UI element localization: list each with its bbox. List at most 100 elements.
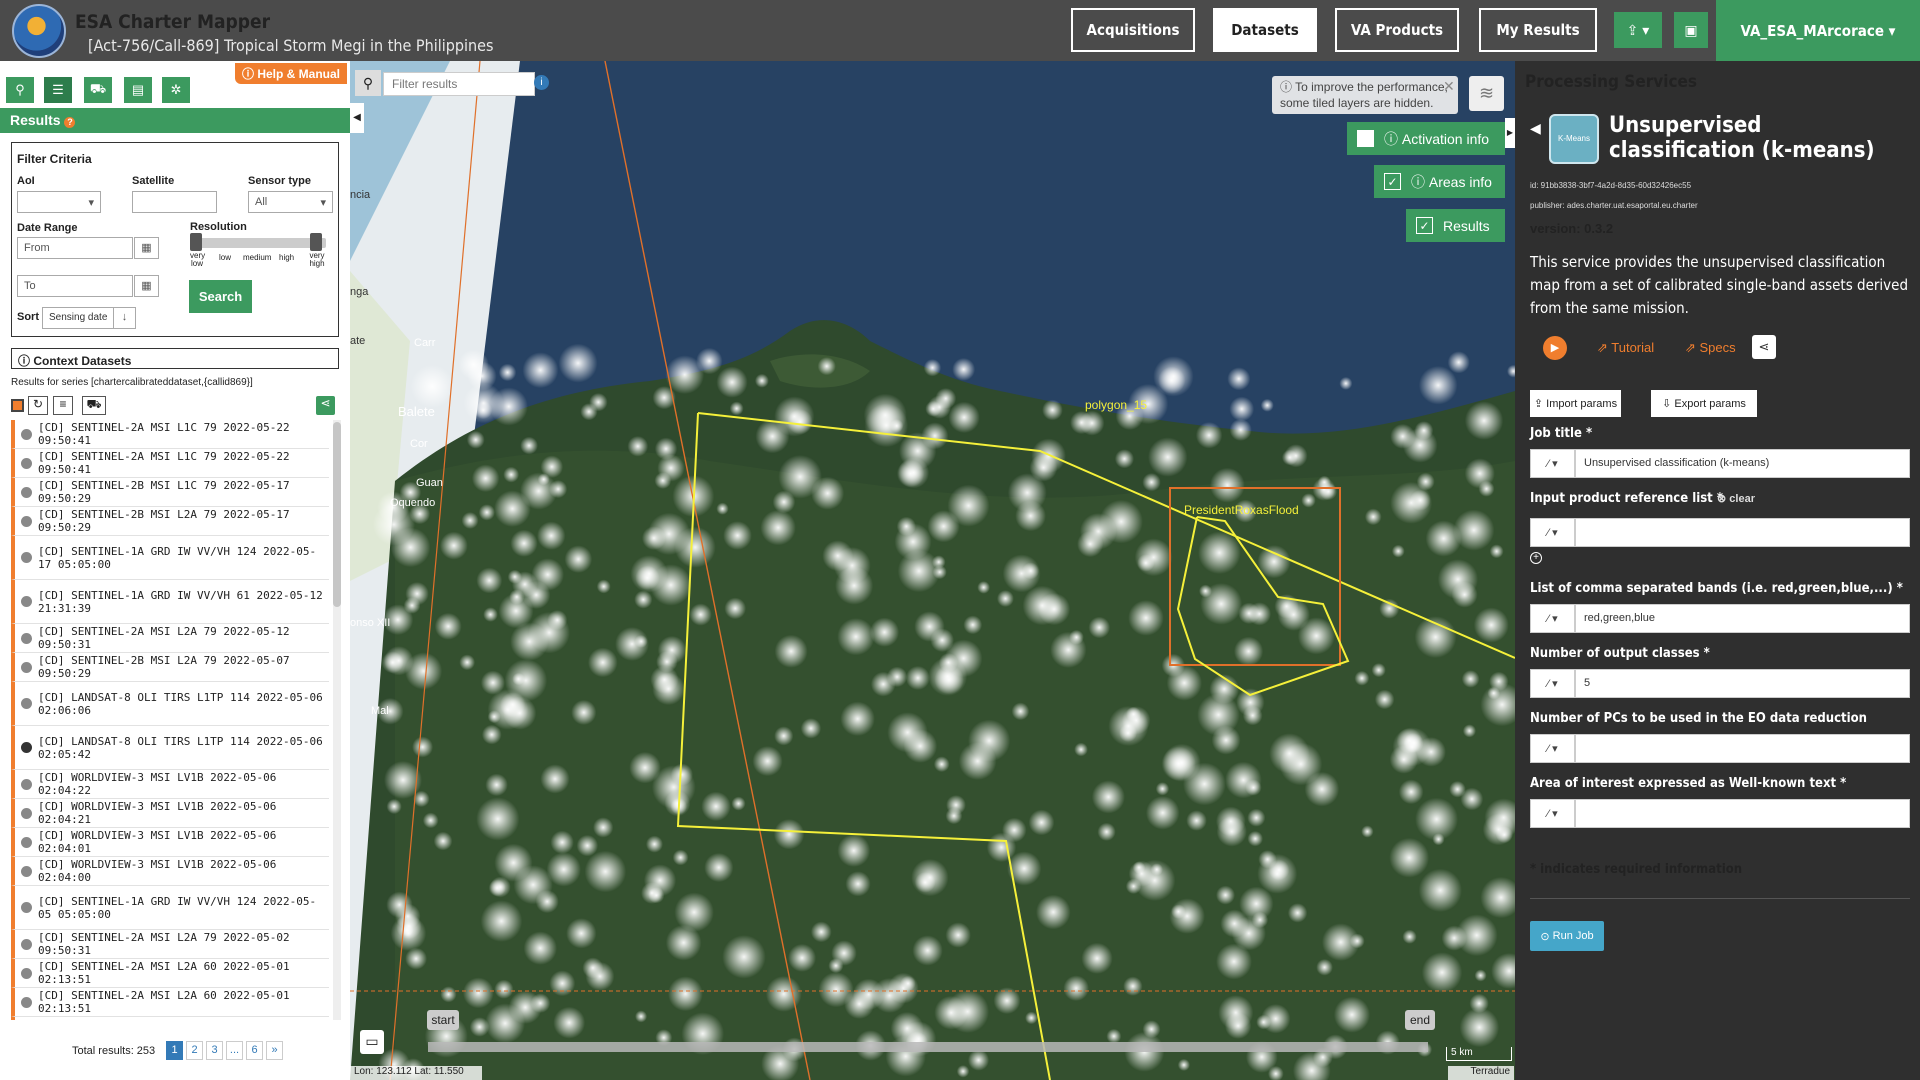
calendar-from-button[interactable]: ▦ (134, 237, 159, 259)
list-item[interactable]: [CD] SENTINEL-2A MSI L2A 60 2022-05-01 0… (11, 988, 329, 1017)
nav-my-results[interactable]: My Results (1479, 8, 1597, 52)
nav-va-products[interactable]: VA Products (1335, 8, 1459, 52)
list-item[interactable]: [CD] SENTINEL-1A GRD IW VV/VH 61 2022-04… (11, 1017, 329, 1020)
activation-info-toggle[interactable]: ⓘ Activation info (1347, 122, 1505, 155)
help-manual-button[interactable]: ⓘ Help & Manual (235, 63, 347, 84)
list-item[interactable]: [CD] WORLDVIEW-3 MSI LV1B 2022-05-06 02:… (11, 828, 329, 857)
collapse-right-panel-button[interactable]: ▶ (1505, 118, 1515, 148)
map-view[interactable]: polygon_15 PresidentRoxasFlood ncia nga … (350, 61, 1515, 1080)
info-icon[interactable]: i (534, 75, 549, 90)
settings-tool-button[interactable]: ✲ (162, 77, 190, 103)
share-button[interactable]: ⋖ (316, 396, 335, 415)
page-button[interactable]: 6 (246, 1040, 263, 1060)
user-menu[interactable]: VA_ESA_MArcorace ▾ (1716, 0, 1920, 61)
select-all-checkbox[interactable] (11, 399, 24, 412)
share-button[interactable]: ⋖ (1752, 335, 1776, 359)
list-item[interactable]: [CD] SENTINEL-2A MSI L2A 60 2022-05-01 0… (11, 959, 329, 988)
page-button[interactable]: 2 (186, 1040, 203, 1060)
archive-tool-button[interactable]: ▤ (124, 77, 152, 103)
layers-button[interactable]: ≋ (1469, 76, 1504, 111)
map-canvas[interactable]: polygon_15 PresidentRoxasFlood ncia nga … (350, 61, 1515, 1080)
upload-button[interactable]: ⇪ ▾ (1614, 12, 1662, 48)
back-button[interactable]: ◀ (1530, 120, 1541, 137)
classes-input[interactable]: 5 (1575, 669, 1910, 698)
page-button[interactable]: 1 (166, 1040, 183, 1060)
list-view-button[interactable]: ≡ (53, 396, 73, 415)
date-to-input[interactable]: To (17, 275, 133, 297)
results-toggle[interactable]: ✓ Results (1406, 209, 1505, 242)
list-item[interactable]: [CD] SENTINEL-1A GRD IW VV/VH 61 2022-05… (11, 580, 329, 624)
refresh-button[interactable]: ↻ (28, 396, 48, 415)
list-item[interactable]: [CD] WORLDVIEW-3 MSI LV1B 2022-05-06 02:… (11, 857, 329, 886)
pcs-mode-button[interactable]: ⁄ ▾ (1530, 734, 1575, 763)
calendar-to-button[interactable]: ▦ (134, 275, 159, 297)
results-checkbox[interactable]: ✓ (1416, 217, 1433, 234)
nav-datasets[interactable]: Datasets (1213, 8, 1317, 52)
clear-button[interactable]: ⊗ clear (1717, 492, 1755, 505)
basket-button[interactable]: ⛟ (82, 396, 106, 415)
export-params-button[interactable]: ⇩ Export params (1651, 390, 1757, 417)
nav-acquisitions[interactable]: Acquisitions (1071, 8, 1195, 52)
sort-direction-button[interactable]: ↓ (113, 307, 136, 329)
map-view-toggle[interactable]: ▭ (360, 1030, 384, 1054)
page-button[interactable]: » (266, 1040, 283, 1060)
input-list-input[interactable] (1575, 518, 1910, 547)
bands-mode-button[interactable]: ⁄ ▾ (1530, 604, 1575, 633)
briefcase-button[interactable]: ▣ (1674, 12, 1708, 48)
attribution[interactable]: Terradue (1448, 1066, 1514, 1080)
search-tool-button[interactable]: ⚲ (6, 77, 34, 103)
sensor-type-select[interactable]: All ▾ (248, 191, 333, 213)
list-item[interactable]: [CD] SENTINEL-2B MSI L1C 79 2022-05-17 0… (11, 478, 329, 507)
areas-checkbox[interactable]: ✓ (1384, 173, 1401, 190)
results-scrollbar[interactable] (333, 420, 341, 1020)
play-button[interactable]: ▶ (1543, 336, 1567, 360)
job-title-mode-button[interactable]: ⁄ ▾ (1530, 449, 1575, 478)
specs-link[interactable]: ⇗ Specs (1685, 340, 1736, 356)
list-item[interactable]: [CD] SENTINEL-1A GRD IW VV/VH 124 2022-0… (11, 886, 329, 930)
context-datasets-header[interactable]: ⓘ Context Datasets (11, 348, 339, 369)
resolution-max-handle[interactable] (310, 233, 322, 251)
list-tool-button[interactable]: ☰ (44, 77, 72, 103)
aoi-wkt-input[interactable] (1575, 799, 1910, 828)
filter-results-input[interactable]: Filter results (383, 72, 535, 96)
esa-logo[interactable] (12, 4, 66, 58)
list-item[interactable]: [CD] SENTINEL-2A MSI L1C 79 2022-05-22 0… (11, 420, 329, 449)
run-job-button[interactable]: ⊙ Run Job (1530, 921, 1604, 951)
date-from-input[interactable]: From (17, 237, 133, 259)
areas-info-toggle[interactable]: ✓ ⓘ Areas info (1374, 165, 1505, 198)
timeline-start[interactable]: start (427, 1010, 459, 1030)
close-tooltip-button[interactable]: ✕ (1443, 78, 1455, 95)
list-item[interactable]: [CD] WORLDVIEW-3 MSI LV1B 2022-05-06 02:… (11, 770, 329, 799)
job-title-input[interactable]: Unsupervised classification (k-means) (1575, 449, 1910, 478)
list-item[interactable]: [CD] SENTINEL-2B MSI L2A 79 2022-05-17 0… (11, 507, 329, 536)
basket-tool-button[interactable]: ⛟ (84, 77, 112, 103)
input-list-mode-button[interactable]: ⁄ ▾ (1530, 518, 1575, 547)
collapse-left-panel-button[interactable]: ◀ (350, 103, 364, 133)
list-item[interactable]: [CD] SENTINEL-2A MSI L1C 79 2022-05-22 0… (11, 449, 329, 478)
list-item[interactable]: [CD] LANDSAT-8 OLI TIRS L1TP 114 2022-05… (11, 726, 329, 770)
aoi-wkt-mode-button[interactable]: ⁄ ▾ (1530, 799, 1575, 828)
list-item[interactable]: [CD] SENTINEL-1A GRD IW VV/VH 124 2022-0… (11, 536, 329, 580)
resolution-min-handle[interactable] (190, 233, 202, 251)
aoi-select[interactable]: ▾ (17, 191, 101, 213)
timeline-end[interactable]: end (1405, 1010, 1435, 1030)
pcs-input[interactable] (1575, 734, 1910, 763)
cloud (840, 701, 875, 737)
activation-checkbox[interactable] (1357, 130, 1374, 147)
search-button[interactable]: Search (189, 280, 252, 313)
list-item[interactable]: [CD] LANDSAT-8 OLI TIRS L1TP 114 2022-05… (11, 682, 329, 726)
bands-input[interactable]: red,green,blue (1575, 604, 1910, 633)
list-item[interactable]: [CD] SENTINEL-2B MSI L2A 79 2022-05-07 0… (11, 653, 329, 682)
import-params-button[interactable]: ⇪ Import params (1530, 390, 1621, 417)
tutorial-link[interactable]: ⇗ Tutorial (1597, 340, 1654, 356)
page-button[interactable]: ... (226, 1040, 243, 1060)
page-button[interactable]: 3 (206, 1040, 223, 1060)
satellite-input[interactable] (132, 191, 217, 213)
list-item[interactable]: [CD] SENTINEL-2A MSI L2A 79 2022-05-02 0… (11, 930, 329, 959)
classes-mode-button[interactable]: ⁄ ▾ (1530, 669, 1575, 698)
map-search-button[interactable]: ⚲ (355, 70, 381, 96)
list-item[interactable]: [CD] WORLDVIEW-3 MSI LV1B 2022-05-06 02:… (11, 799, 329, 828)
resolution-slider[interactable] (190, 238, 326, 248)
add-input-button[interactable]: + (1530, 552, 1542, 564)
list-item[interactable]: [CD] SENTINEL-2A MSI L2A 79 2022-05-12 0… (11, 624, 329, 653)
